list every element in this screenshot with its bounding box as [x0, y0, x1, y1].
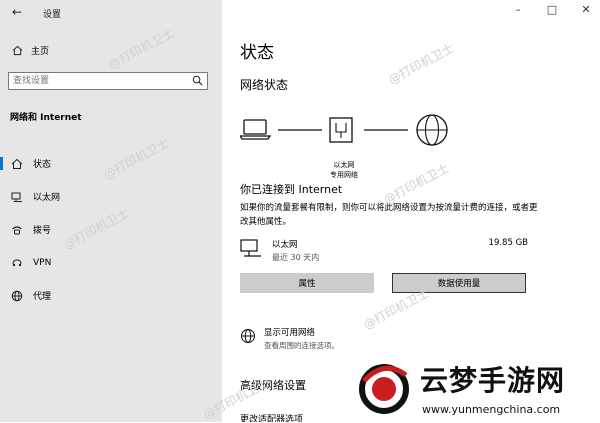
maximize-icon[interactable]: □ [542, 3, 562, 16]
network-status-title: 网络状态 [240, 78, 289, 92]
page-title: 状态 [240, 43, 274, 63]
show-networks-subtitle: 查看周围的连接选项。 [264, 341, 339, 350]
show-networks-link[interactable]: 显示可用网络 查看周围的连接选项。 [240, 324, 440, 354]
diagram-label: 以太网 专用网络 [330, 161, 358, 179]
sidebar-section-title: 网络和 Internet [10, 113, 82, 123]
home-network-icon [11, 158, 23, 170]
adapter-usage-row: 以太网 最近 30 天内 19.85 GB [240, 236, 530, 266]
vpn-icon [11, 257, 23, 269]
search-box[interactable] [8, 72, 208, 90]
connection-status: 你已连接到 Internet [240, 183, 343, 196]
window-title: 设置 [43, 10, 62, 20]
search-input[interactable] [9, 73, 187, 89]
search-icon[interactable] [192, 75, 203, 86]
laptop-icon [240, 119, 272, 140]
sidebar-home[interactable]: 主页 [12, 44, 49, 57]
internet-globe-icon [416, 114, 448, 146]
home-icon [12, 45, 23, 56]
ethernet-monitor-icon [240, 239, 261, 257]
sidebar-item-vpn[interactable]: VPN [0, 246, 222, 279]
globe-icon [11, 290, 23, 302]
change-adapter-options-link[interactable]: 更改适配器选项 [240, 412, 303, 422]
brand-name: 云梦手游网 [420, 364, 566, 397]
adapter-period: 最近 30 天内 [272, 253, 320, 262]
sidebar-home-label: 主页 [31, 47, 50, 57]
show-networks-icon [241, 329, 255, 343]
brand-url: www.yunmengchina.com [422, 403, 561, 416]
network-diagram [240, 114, 448, 146]
sidebar-item-proxy[interactable]: 代理 [0, 279, 222, 312]
close-icon[interactable]: ✕ [576, 3, 596, 16]
sidebar-item-label: VPN [33, 257, 52, 268]
ethernet-port-icon [329, 117, 353, 143]
sidebar-item-label: 以太网 [33, 193, 61, 203]
sidebar-item-ethernet[interactable]: 以太网 [0, 180, 222, 213]
minimize-icon[interactable]: – [508, 3, 528, 16]
back-arrow-icon[interactable]: ← [12, 5, 22, 19]
sidebar-item-label: 代理 [33, 292, 52, 302]
sidebar-item-label: 拨号 [33, 226, 52, 236]
brand-logo: 云梦手游网 www.yunmengchina.com [350, 355, 600, 422]
ethernet-monitor-icon [11, 191, 23, 203]
adapter-name: 以太网 [272, 240, 298, 250]
show-networks-title: 显示可用网络 [264, 328, 316, 338]
sidebar-item-label: 状态 [33, 160, 52, 170]
properties-button[interactable]: 属性 [240, 273, 374, 293]
adapter-usage: 19.85 GB [488, 238, 528, 248]
dialup-phone-icon [11, 224, 23, 236]
brand-mark-icon [359, 364, 409, 414]
